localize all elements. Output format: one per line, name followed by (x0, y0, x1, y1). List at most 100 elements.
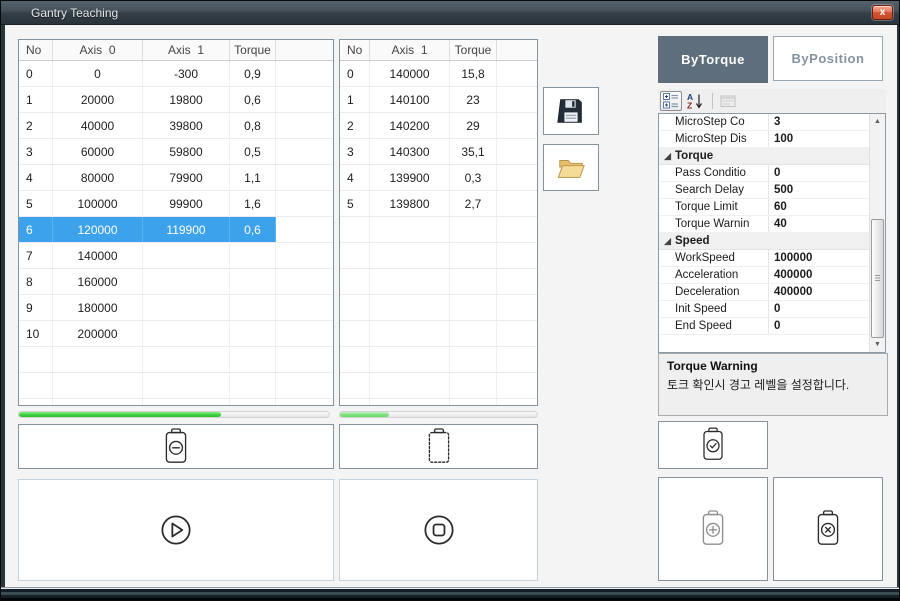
property-value[interactable]: 0 (769, 301, 869, 317)
property-category[interactable]: Speed (659, 233, 869, 250)
table-cell[interactable]: 0 (340, 61, 370, 86)
table-cell[interactable]: 0 (53, 61, 143, 86)
property-value[interactable]: 400000 (769, 284, 869, 300)
property-category[interactable]: Torque (659, 148, 869, 165)
table-cell[interactable]: 140000 (53, 243, 143, 268)
table-cell[interactable]: 1,1 (230, 165, 276, 190)
table-row[interactable]: 7140000 (19, 243, 333, 269)
property-item[interactable]: End Speed0 (659, 318, 869, 335)
tab-by-position[interactable]: ByPosition (773, 36, 883, 81)
property-item[interactable]: Search Delay500 (659, 182, 869, 199)
load-button[interactable] (543, 144, 599, 191)
table-cell[interactable] (143, 295, 230, 320)
table-cell[interactable]: 140000 (370, 61, 450, 86)
table-cell[interactable]: 120000 (53, 217, 143, 242)
table-row[interactable]: 5100000999001,6 (19, 191, 333, 217)
table-cell[interactable]: 0,9 (230, 61, 276, 86)
scrollbar-thumb[interactable] (871, 219, 884, 338)
table-cell[interactable]: 10 (19, 321, 53, 346)
table-row[interactable]: 114010023 (340, 87, 537, 113)
table-row[interactable]: 480000799001,1 (19, 165, 333, 191)
table-cell[interactable]: 139800 (370, 191, 450, 216)
table-cell[interactable]: 0,5 (230, 139, 276, 164)
table-cell[interactable] (143, 269, 230, 294)
property-value[interactable]: 100000 (769, 250, 869, 266)
table-row[interactable]: 240000398000,8 (19, 113, 333, 139)
property-item[interactable]: Deceleration400000 (659, 284, 869, 301)
table-cell[interactable]: 140100 (370, 87, 450, 112)
add-point-button[interactable] (658, 477, 768, 581)
property-value[interactable]: 40 (769, 216, 869, 232)
property-item[interactable]: WorkSpeed100000 (659, 250, 869, 267)
category-expand-icon[interactable] (659, 148, 675, 164)
table-cell[interactable]: 29 (450, 113, 497, 138)
tab-by-torque[interactable]: ByTorque (658, 36, 768, 83)
table-cell[interactable]: 19800 (143, 87, 230, 112)
property-item[interactable]: Init Speed0 (659, 301, 869, 318)
table-cell[interactable] (230, 243, 276, 268)
table-cell[interactable]: 79900 (143, 165, 230, 190)
table-cell[interactable]: 0,6 (230, 87, 276, 112)
table-cell[interactable]: 0 (19, 61, 53, 86)
table-cell[interactable]: 139900 (370, 165, 450, 190)
table-cell[interactable]: -300 (143, 61, 230, 86)
table-cell[interactable]: 60000 (53, 139, 143, 164)
table-cell[interactable] (230, 295, 276, 320)
property-item[interactable]: MicroStep Dis100 (659, 131, 869, 148)
table-cell[interactable]: 0,3 (450, 165, 497, 190)
property-grid-scrollbar[interactable]: ▲ ▼ (869, 114, 885, 352)
categorized-view-icon[interactable] (660, 91, 682, 111)
table-cell[interactable]: 99900 (143, 191, 230, 216)
table-cell[interactable]: 4 (340, 165, 370, 190)
stop-button[interactable] (339, 479, 538, 581)
table-cell[interactable]: 1 (340, 87, 370, 112)
table-cell[interactable]: 5 (19, 191, 53, 216)
table-cell[interactable]: 5 (340, 191, 370, 216)
property-value[interactable]: 500 (769, 182, 869, 198)
table-row[interactable]: 41399000,3 (340, 165, 537, 191)
property-item[interactable]: Torque Warnin40 (659, 216, 869, 233)
property-value[interactable]: 100 (769, 131, 869, 147)
table-row[interactable]: 00-3000,9 (19, 61, 333, 87)
table-cell[interactable]: 2 (340, 113, 370, 138)
delete-point-button[interactable] (773, 477, 883, 581)
table-cell[interactable]: 35,1 (450, 139, 497, 164)
table-row[interactable]: 10200000 (19, 321, 333, 347)
table-row[interactable]: 51398002,7 (340, 191, 537, 217)
property-value[interactable]: 0 (769, 165, 869, 181)
close-button[interactable]: x (872, 5, 893, 20)
table-cell[interactable]: 140300 (370, 139, 450, 164)
table-cell[interactable] (143, 321, 230, 346)
table-cell[interactable]: 3 (19, 139, 53, 164)
property-item[interactable]: Pass Conditio0 (659, 165, 869, 182)
property-value[interactable]: 400000 (769, 267, 869, 283)
alphabetical-sort-icon[interactable]: A Z (684, 91, 706, 111)
table-row[interactable]: 014000015,8 (340, 61, 537, 87)
apply-button[interactable] (658, 421, 768, 469)
table-cell[interactable]: 3 (340, 139, 370, 164)
table-cell[interactable] (230, 321, 276, 346)
table-cell[interactable]: 80000 (53, 165, 143, 190)
remove-point-button[interactable] (18, 424, 334, 469)
table-cell[interactable]: 15,8 (450, 61, 497, 86)
table-cell[interactable]: 2 (19, 113, 53, 138)
table-cell[interactable]: 100000 (53, 191, 143, 216)
property-item[interactable]: Acceleration400000 (659, 267, 869, 284)
scroll-up-icon[interactable]: ▲ (870, 114, 885, 129)
table-cell[interactable]: 23 (450, 87, 497, 112)
table-row[interactable]: 120000198000,6 (19, 87, 333, 113)
table-cell[interactable] (230, 269, 276, 294)
property-item[interactable]: MicroStep Co3 (659, 114, 869, 131)
table-cell[interactable]: 9 (19, 295, 53, 320)
property-value[interactable]: 3 (769, 114, 869, 130)
table-cell[interactable]: 6 (19, 217, 53, 242)
table-row[interactable]: 9180000 (19, 295, 333, 321)
table-cell[interactable]: 0,6 (230, 217, 276, 242)
table-cell[interactable]: 1 (19, 87, 53, 112)
table-cell[interactable]: 7 (19, 243, 53, 268)
table-cell[interactable]: 59800 (143, 139, 230, 164)
table-row[interactable]: 360000598000,5 (19, 139, 333, 165)
property-value[interactable]: 60 (769, 199, 869, 215)
scroll-down-icon[interactable]: ▼ (870, 337, 885, 352)
table-cell[interactable] (143, 243, 230, 268)
